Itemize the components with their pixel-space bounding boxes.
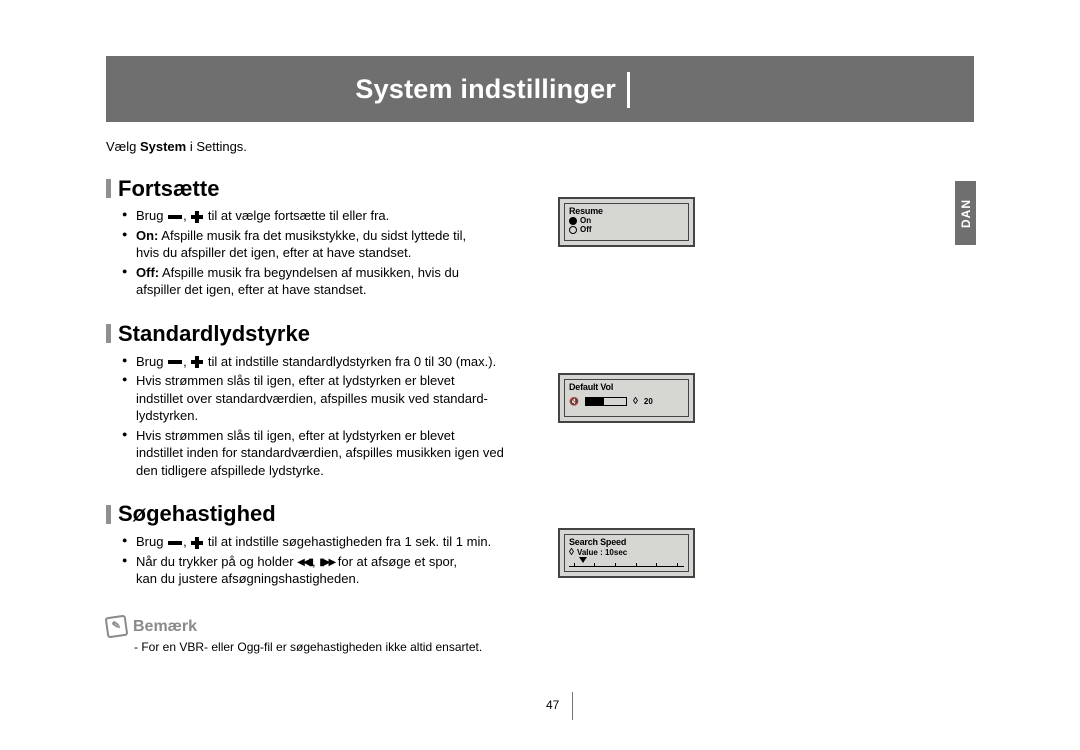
volume-bar: 🔇 ◊ 20 xyxy=(569,396,684,407)
left-right-arrow-icon: ◊ xyxy=(569,547,574,558)
page-title: System indstillinger xyxy=(355,74,616,105)
header-divider xyxy=(627,72,630,108)
section-title: Fortsætte xyxy=(118,174,219,204)
note-label: Bemærk xyxy=(133,616,197,638)
text: Afspille musik fra det musikstykke, du s… xyxy=(158,228,466,243)
lcd-inner: Resume On Off xyxy=(564,203,689,241)
lcd-default-vol: Default Vol 🔇 ◊ 20 xyxy=(558,373,695,423)
fastforward-icon: ▮▶▶ xyxy=(319,556,334,570)
plus-icon xyxy=(191,356,203,368)
tick-icon xyxy=(677,563,678,567)
intro-bold: System xyxy=(140,139,186,154)
text: Når du trykker på og holder xyxy=(136,554,297,569)
intro-post: i Settings. xyxy=(186,139,247,154)
marker-icon xyxy=(579,557,587,563)
volume-value: 20 xyxy=(644,397,653,406)
volume-track xyxy=(585,397,627,406)
text: til at indstille standardlydstyrken fra … xyxy=(204,354,496,369)
page-number-rule xyxy=(572,692,573,720)
note-text: - For en VBR- eller Ogg-fil er søgehasti… xyxy=(106,639,646,655)
section-title: Standardlydstyrke xyxy=(118,319,310,349)
volume-fill xyxy=(586,398,604,405)
minus-icon xyxy=(168,215,182,219)
text: Afspille musik fra begyndelsen af musikk… xyxy=(159,265,459,280)
lcd-search-speed: Search Speed ◊ Value : 10sec xyxy=(558,528,695,578)
lcd-title: Search Speed xyxy=(569,537,684,547)
text: Hvis strømmen slås til igen, efter at ly… xyxy=(136,373,455,388)
lcd-title: Default Vol xyxy=(569,382,684,392)
tick-icon xyxy=(574,563,575,567)
intro-text: Vælg System i Settings. xyxy=(106,138,646,156)
section-bar-icon xyxy=(106,324,111,343)
text: den tidligere afspillede lydstyrke. xyxy=(136,462,646,480)
text: til at indstille søgehastigheden fra 1 s… xyxy=(204,534,491,549)
radio-empty-icon xyxy=(569,226,577,234)
radio-filled-icon xyxy=(569,217,577,225)
list-item: Off: Afspille musik fra begyndelsen af m… xyxy=(136,264,646,299)
list-item: Brug , til at indstille standardlydstyrk… xyxy=(136,353,646,371)
text: for at afsøge et spor, xyxy=(334,554,457,569)
lcd-inner: Default Vol 🔇 ◊ 20 xyxy=(564,379,689,417)
minus-icon xyxy=(168,360,182,364)
section-header-search-speed: Søgehastighed xyxy=(106,499,646,529)
text: indstillet inden for standardværdien, af… xyxy=(136,444,646,462)
speaker-icon: 🔇 xyxy=(569,397,579,406)
ruler-line xyxy=(569,566,684,567)
text: til at vælge fortsætte til eller fra. xyxy=(204,208,389,223)
lcd-resume: Resume On Off xyxy=(558,197,695,247)
minus-icon xyxy=(168,541,182,545)
search-speed-value: Value : 10sec xyxy=(577,548,627,557)
section-header-default-volume: Standardlydstyrke xyxy=(106,319,646,349)
lcd-option-on: On xyxy=(569,216,684,225)
tick-icon xyxy=(594,563,595,567)
plus-icon xyxy=(191,537,203,549)
lcd-option-off: Off xyxy=(569,225,684,234)
section-bar-icon xyxy=(106,505,111,524)
off-label: Off: xyxy=(136,265,159,280)
section-bar-icon xyxy=(106,179,111,198)
lcd-title: Resume xyxy=(569,206,684,216)
text: afspiller det igen, efter at have stands… xyxy=(136,281,646,299)
language-tab-label: DAN xyxy=(959,199,973,228)
lcd-inner: Search Speed ◊ Value : 10sec xyxy=(564,534,689,572)
language-tab: DAN xyxy=(955,181,976,245)
rewind-icon: ◀◀▮ xyxy=(297,556,312,570)
tick-icon xyxy=(615,563,616,567)
tick-icon xyxy=(636,563,637,567)
ruler xyxy=(569,560,684,570)
note-section: ✎ Bemærk - For en VBR- eller Ogg-fil er … xyxy=(106,616,646,656)
intro-pre: Vælg xyxy=(106,139,140,154)
text: Brug xyxy=(136,534,167,549)
page-number: 47 xyxy=(546,698,559,712)
tick-icon xyxy=(656,563,657,567)
note-header: ✎ Bemærk xyxy=(106,616,646,638)
section-title: Søgehastighed xyxy=(118,499,276,529)
plus-icon xyxy=(191,211,203,223)
header-band: System indstillinger xyxy=(106,56,974,122)
list-item: Hvis strømmen slås til igen, efter at ly… xyxy=(136,427,646,480)
lcd-off-label: Off xyxy=(580,225,592,234)
note-icon: ✎ xyxy=(105,615,129,639)
left-right-arrow-icon: ◊ xyxy=(633,396,638,407)
text: Hvis strømmen slås til igen, efter at ly… xyxy=(136,428,455,443)
text: Brug xyxy=(136,354,167,369)
lcd-on-label: On xyxy=(580,216,591,225)
manual-page: System indstillinger DAN Vælg System i S… xyxy=(0,0,1080,750)
on-label: On: xyxy=(136,228,158,243)
text: Brug xyxy=(136,208,167,223)
